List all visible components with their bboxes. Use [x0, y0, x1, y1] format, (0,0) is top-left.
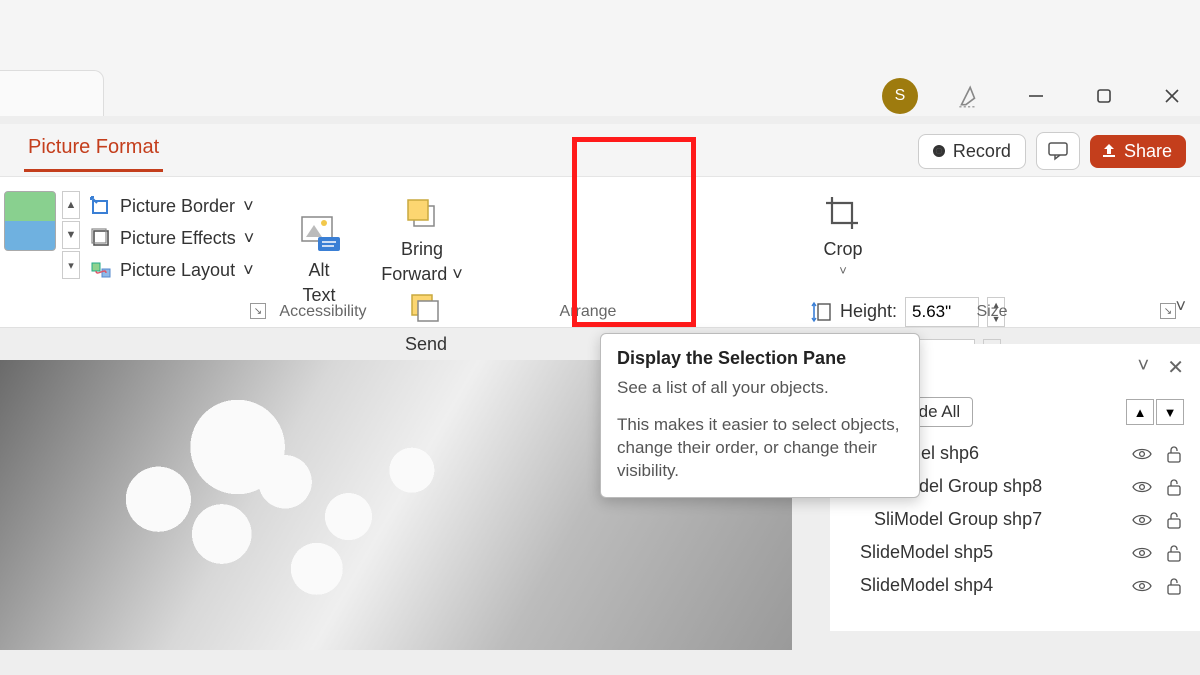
lock-icon[interactable]	[1166, 511, 1182, 529]
gallery-scroll: ▲ ▼ ▾	[62, 191, 80, 279]
alt-text-label-1: Alt	[308, 260, 329, 281]
picture-layout-icon	[90, 259, 112, 281]
visibility-icon[interactable]	[1132, 447, 1152, 461]
arrange-group-label: Arrange	[374, 303, 802, 321]
share-label: Share	[1124, 141, 1172, 162]
picture-layout-label: Picture Layout	[120, 260, 235, 281]
bring-forward-button[interactable]: Bring Forward ˅	[378, 191, 466, 284]
arrange-group: Bring Forward ˅ Send Backward ˅ Selectio…	[374, 177, 802, 327]
taskpane-chevron[interactable]: ˅	[1138, 355, 1150, 380]
accessibility-group-label: Accessibility	[272, 303, 374, 321]
reorder-buttons: ▲ ▼	[1126, 399, 1184, 425]
accessibility-group: Alt Text Accessibility	[272, 177, 374, 327]
crop-icon	[819, 191, 867, 235]
picture-effects-icon	[90, 227, 112, 249]
send-backward-label-1: Send	[405, 334, 447, 355]
gallery-up[interactable]: ▲	[62, 191, 80, 219]
chevron-down-icon: ˅	[243, 260, 254, 281]
share-icon	[1100, 142, 1118, 160]
object-label: SlideModel shp5	[848, 542, 993, 563]
titlebar-controls: S	[882, 78, 1190, 114]
picture-layout-button[interactable]: Picture Layout ˅	[90, 259, 254, 281]
move-down-button[interactable]: ▼	[1156, 399, 1184, 425]
tooltip-line2: This makes it easier to select objects, …	[617, 414, 903, 483]
visibility-icon[interactable]	[1132, 546, 1152, 560]
ribbon-tab-row: Picture Format Record Share	[0, 124, 1200, 176]
object-label: SlideModel shp4	[848, 575, 993, 596]
user-avatar[interactable]: S	[882, 78, 918, 114]
tooltip-line1: See a list of all your objects.	[617, 377, 903, 400]
ribbon-collapse-button[interactable]: ˅	[1175, 296, 1186, 317]
filename-tab[interactable]	[0, 70, 104, 116]
bring-forward-label-2: Forward	[381, 264, 447, 284]
picture-border-icon	[90, 195, 112, 217]
object-label: SliModel Group shp7	[848, 509, 1042, 530]
object-list-item[interactable]: SlideModel shp5	[846, 536, 1184, 569]
picture-styles-gallery[interactable]	[4, 191, 56, 251]
crop-label: Crop	[823, 239, 862, 260]
alt-text-icon	[295, 212, 343, 256]
alt-text-button[interactable]: Alt Text	[272, 212, 366, 305]
picture-effects-label: Picture Effects	[120, 228, 236, 249]
maximize-button[interactable]	[1086, 78, 1122, 114]
visibility-icon[interactable]	[1132, 513, 1152, 527]
minimize-button[interactable]	[1018, 78, 1054, 114]
picture-border-label: Picture Border	[120, 196, 235, 217]
chevron-down-icon: ˅	[243, 196, 254, 217]
selection-pane-tooltip: Display the Selection Pane See a list of…	[600, 333, 920, 498]
styles-launcher[interactable]: ↘	[250, 303, 266, 319]
ribbon: ▲ ▼ ▾ Picture Border ˅ Picture Effects ˅…	[0, 176, 1200, 328]
record-icon	[933, 145, 945, 157]
record-button[interactable]: Record	[918, 134, 1026, 169]
object-list-item[interactable]: SlideModel shp4	[846, 569, 1184, 602]
size-group-label: Size	[802, 303, 1182, 321]
visibility-icon[interactable]	[1132, 480, 1152, 494]
move-up-button[interactable]: ▲	[1126, 399, 1154, 425]
chevron-down-icon: ˅	[839, 264, 847, 279]
size-launcher[interactable]: ↘	[1160, 303, 1176, 319]
style-commands: Picture Border ˅ Picture Effects ˅ Pictu…	[90, 191, 254, 281]
object-list-item[interactable]: SliModel Group shp7	[846, 503, 1184, 536]
chevron-down-icon: ˅	[244, 228, 255, 249]
gallery-down[interactable]: ▼	[62, 221, 80, 249]
coming-soon-icon[interactable]	[950, 78, 986, 114]
picture-border-button[interactable]: Picture Border ˅	[90, 195, 254, 217]
bring-forward-icon	[398, 191, 446, 235]
comments-button[interactable]	[1036, 132, 1080, 170]
titlebar: S	[0, 0, 1200, 116]
lock-icon[interactable]	[1166, 478, 1182, 496]
gallery-more[interactable]: ▾	[62, 251, 80, 279]
close-button[interactable]	[1154, 78, 1190, 114]
visibility-icon[interactable]	[1132, 579, 1152, 593]
style-thumb[interactable]	[4, 191, 56, 251]
chevron-down-icon: ˅	[452, 264, 463, 284]
crop-button[interactable]: Crop ˅	[810, 191, 876, 279]
tab-picture-format[interactable]: Picture Format	[24, 128, 163, 172]
picture-effects-button[interactable]: Picture Effects ˅	[90, 227, 254, 249]
taskpane-close[interactable]: ✕	[1167, 355, 1184, 380]
lock-icon[interactable]	[1166, 445, 1182, 463]
picture-styles-group: ▲ ▼ ▾ Picture Border ˅ Picture Effects ˅…	[0, 177, 272, 327]
ribbon-right-controls: Record Share	[918, 132, 1186, 170]
lock-icon[interactable]	[1166, 544, 1182, 562]
size-group: Crop ˅ Height: ▲▼ Width: ▲▼ Size ↘	[802, 177, 1182, 327]
lock-icon[interactable]	[1166, 577, 1182, 595]
share-button[interactable]: Share	[1090, 135, 1186, 168]
record-label: Record	[953, 141, 1011, 162]
bring-forward-label-1: Bring	[401, 239, 443, 260]
tooltip-title: Display the Selection Pane	[617, 348, 903, 369]
